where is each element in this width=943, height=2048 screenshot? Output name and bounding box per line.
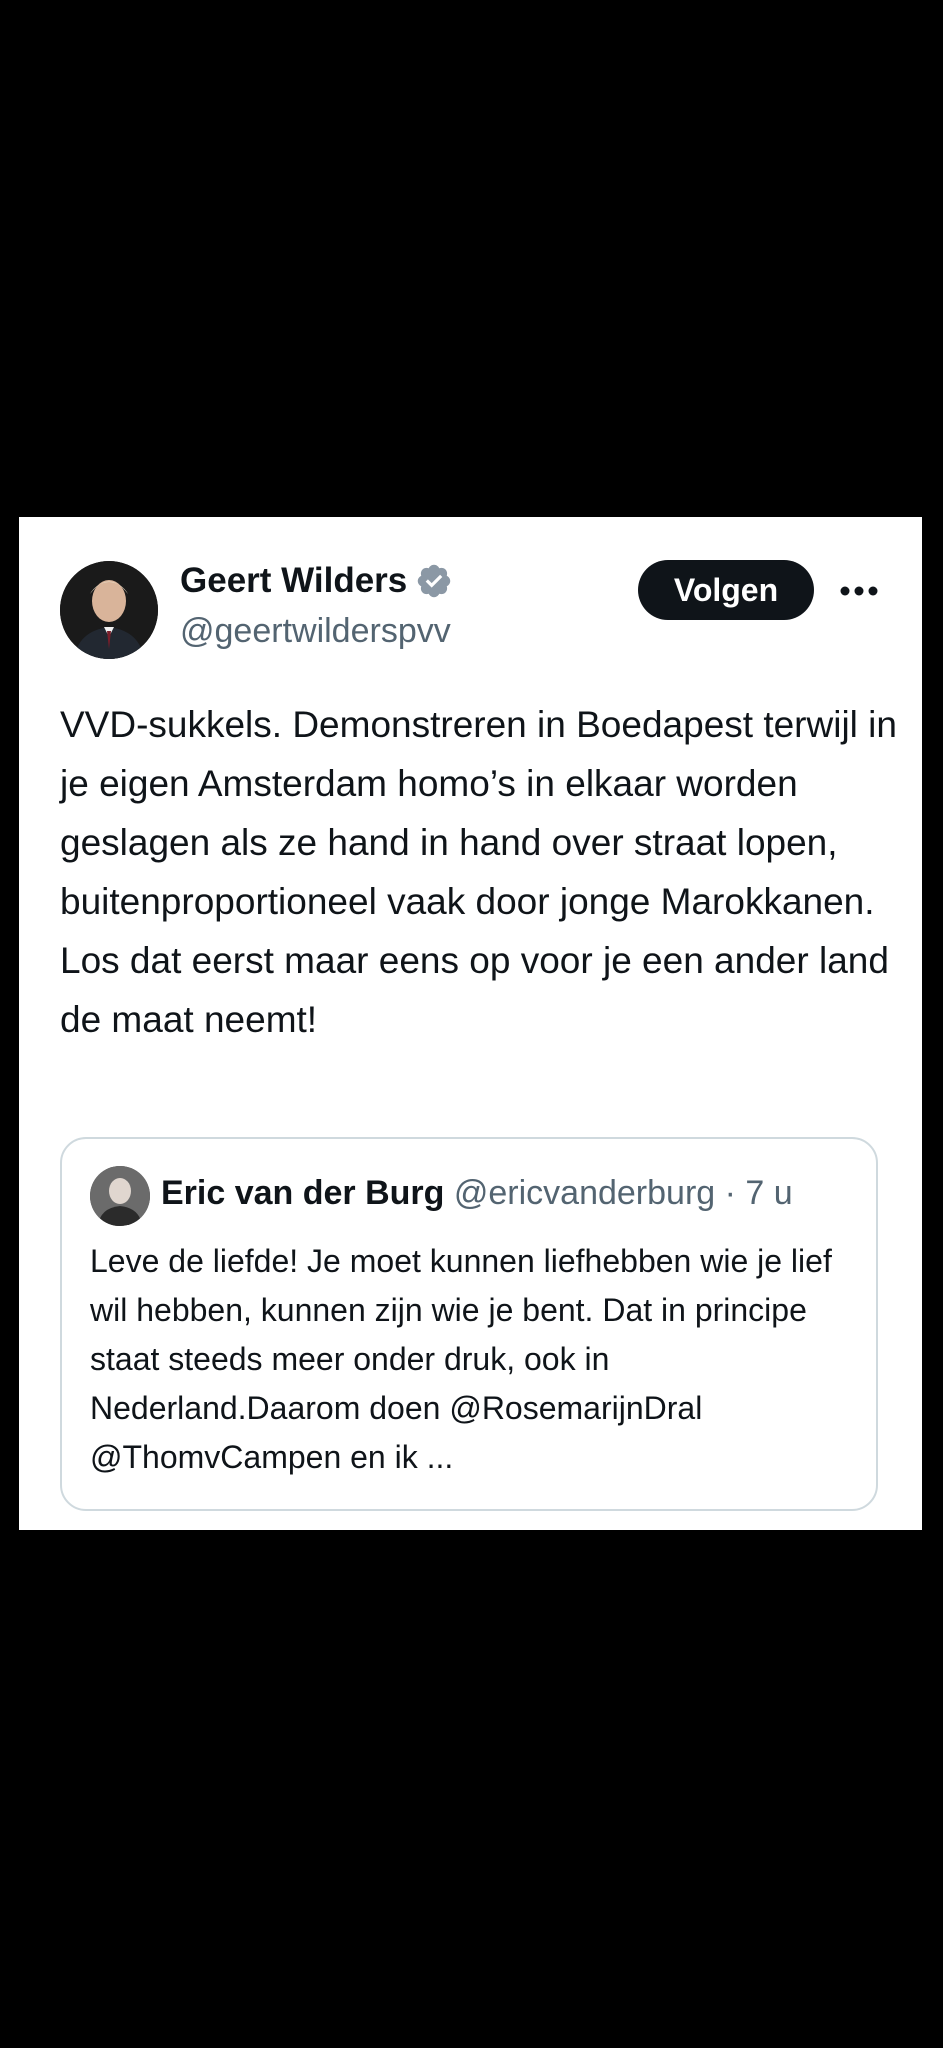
- author-name[interactable]: Geert Wilders: [180, 561, 453, 601]
- avatar-image: [60, 561, 158, 659]
- more-dots: [840, 586, 878, 596]
- quote-author-avatar[interactable]: [90, 1166, 150, 1226]
- quote-timestamp[interactable]: 7 u: [745, 1174, 792, 1212]
- author-handle[interactable]: @geertwilderspvv: [180, 612, 451, 651]
- quote-separator: ·: [724, 1174, 736, 1212]
- screen: Geert Wilders @geertwilderspvv Volgen VV…: [0, 0, 943, 2048]
- quote-text: Leve de liefde! Je moet kunnen liefhebbe…: [90, 1243, 832, 1475]
- quote-header: Eric van der Burg @ericvanderburg · 7 u: [161, 1174, 793, 1213]
- author-name-text: Geert Wilders: [180, 561, 408, 600]
- author-avatar[interactable]: [60, 561, 158, 659]
- tweet-card: Geert Wilders @geertwilderspvv Volgen VV…: [19, 517, 922, 1530]
- tweet-text: VVD-sukkels. Demonstreren in Boedapest t…: [60, 704, 897, 1040]
- follow-button[interactable]: Volgen: [638, 560, 814, 620]
- more-horizontal-icon[interactable]: [837, 569, 881, 613]
- quote-author-name[interactable]: Eric van der Burg: [161, 1174, 444, 1212]
- verified-badge-icon: [418, 564, 451, 598]
- quote-author-handle[interactable]: @ericvanderburg: [454, 1174, 715, 1212]
- quote-avatar-image: [90, 1166, 150, 1226]
- quoted-tweet[interactable]: Eric van der Burg @ericvanderburg · 7 u …: [60, 1137, 878, 1511]
